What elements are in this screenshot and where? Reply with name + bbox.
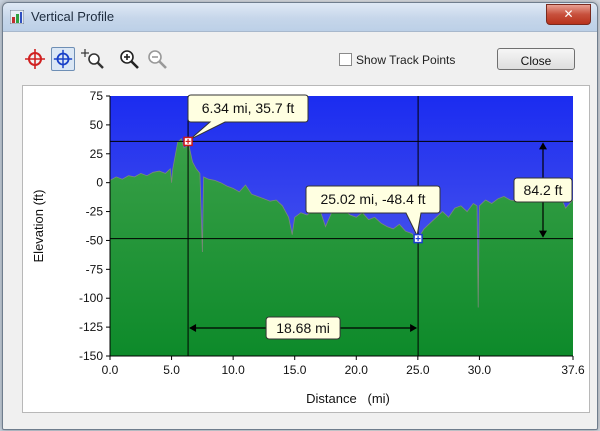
marker-2-point[interactable] (413, 233, 423, 244)
x-tick-label: 20.0 (345, 363, 369, 377)
x-tick-label: 5.0 (163, 363, 180, 377)
x-tick-label: 15.0 (283, 363, 307, 377)
crosshair-blue-icon[interactable] (51, 47, 75, 71)
x-tick-label: 0.0 (102, 363, 119, 377)
zoom-out-icon[interactable] (145, 47, 169, 71)
y-tick-label: 0 (96, 176, 103, 190)
vertical-profile-chart[interactable]: 75 50 25 0 -25 -50 -75 -100 -125 -1500.0 5.0 10.0 15… (23, 86, 589, 412)
x-tick-label: 37.6 (561, 363, 585, 377)
x-axis-label: Distance (mi) (306, 391, 390, 406)
y-tick-label: -75 (86, 262, 104, 276)
window-close-button[interactable]: ✕ (546, 4, 591, 25)
distance-label: 18.68 mi (276, 320, 330, 336)
vertical-profile-window: Vertical Profile ✕ Show Track Points Clo… (2, 2, 598, 430)
window-title: Vertical Profile (31, 9, 115, 24)
show-track-points-checkbox[interactable] (339, 53, 352, 66)
y-tick-label: 75 (90, 89, 104, 103)
y-tick-label: -50 (86, 233, 104, 247)
y-tick-label: 25 (90, 147, 104, 161)
y-axis-label: Elevation (ft) (31, 190, 46, 263)
x-tick-label: 30.0 (468, 363, 492, 377)
elevation-diff-label: 84.2 ft (524, 182, 563, 198)
profile-chart-panel: 75 50 25 0 -25 -50 -75 -100 -125 -150 0.0 5.0 10.0 15… (22, 85, 590, 413)
y-tick-label: 50 (90, 118, 104, 132)
y-tick-label: -25 (86, 205, 104, 219)
y-tick-label: -100 (79, 291, 103, 305)
x-tick-label: 10.0 (221, 363, 245, 377)
y-tick-label: -150 (79, 349, 103, 363)
show-track-points-label: Show Track Points (356, 53, 456, 67)
title-bar[interactable]: Vertical Profile ✕ (3, 3, 597, 32)
zoom-in-icon[interactable] (117, 47, 141, 71)
marker-2-callout-label: 25.02 mi, -48.4 ft (320, 191, 425, 207)
x-tick-label: 25.0 (406, 363, 430, 377)
y-tick-label: -125 (79, 320, 103, 334)
marker-1-point[interactable] (183, 136, 193, 147)
toolbar: Show Track Points Close (3, 33, 597, 83)
show-track-points-toggle[interactable]: Show Track Points (339, 53, 455, 67)
close-x-icon: ✕ (563, 7, 574, 21)
vertical-profile-app-icon (10, 10, 24, 24)
zoom-rect-icon[interactable] (81, 47, 105, 71)
crosshair-red-icon[interactable] (23, 47, 47, 71)
marker-1-callout-label: 6.34 mi, 35.7 ft (202, 100, 295, 116)
close-button[interactable]: Close (497, 48, 575, 70)
